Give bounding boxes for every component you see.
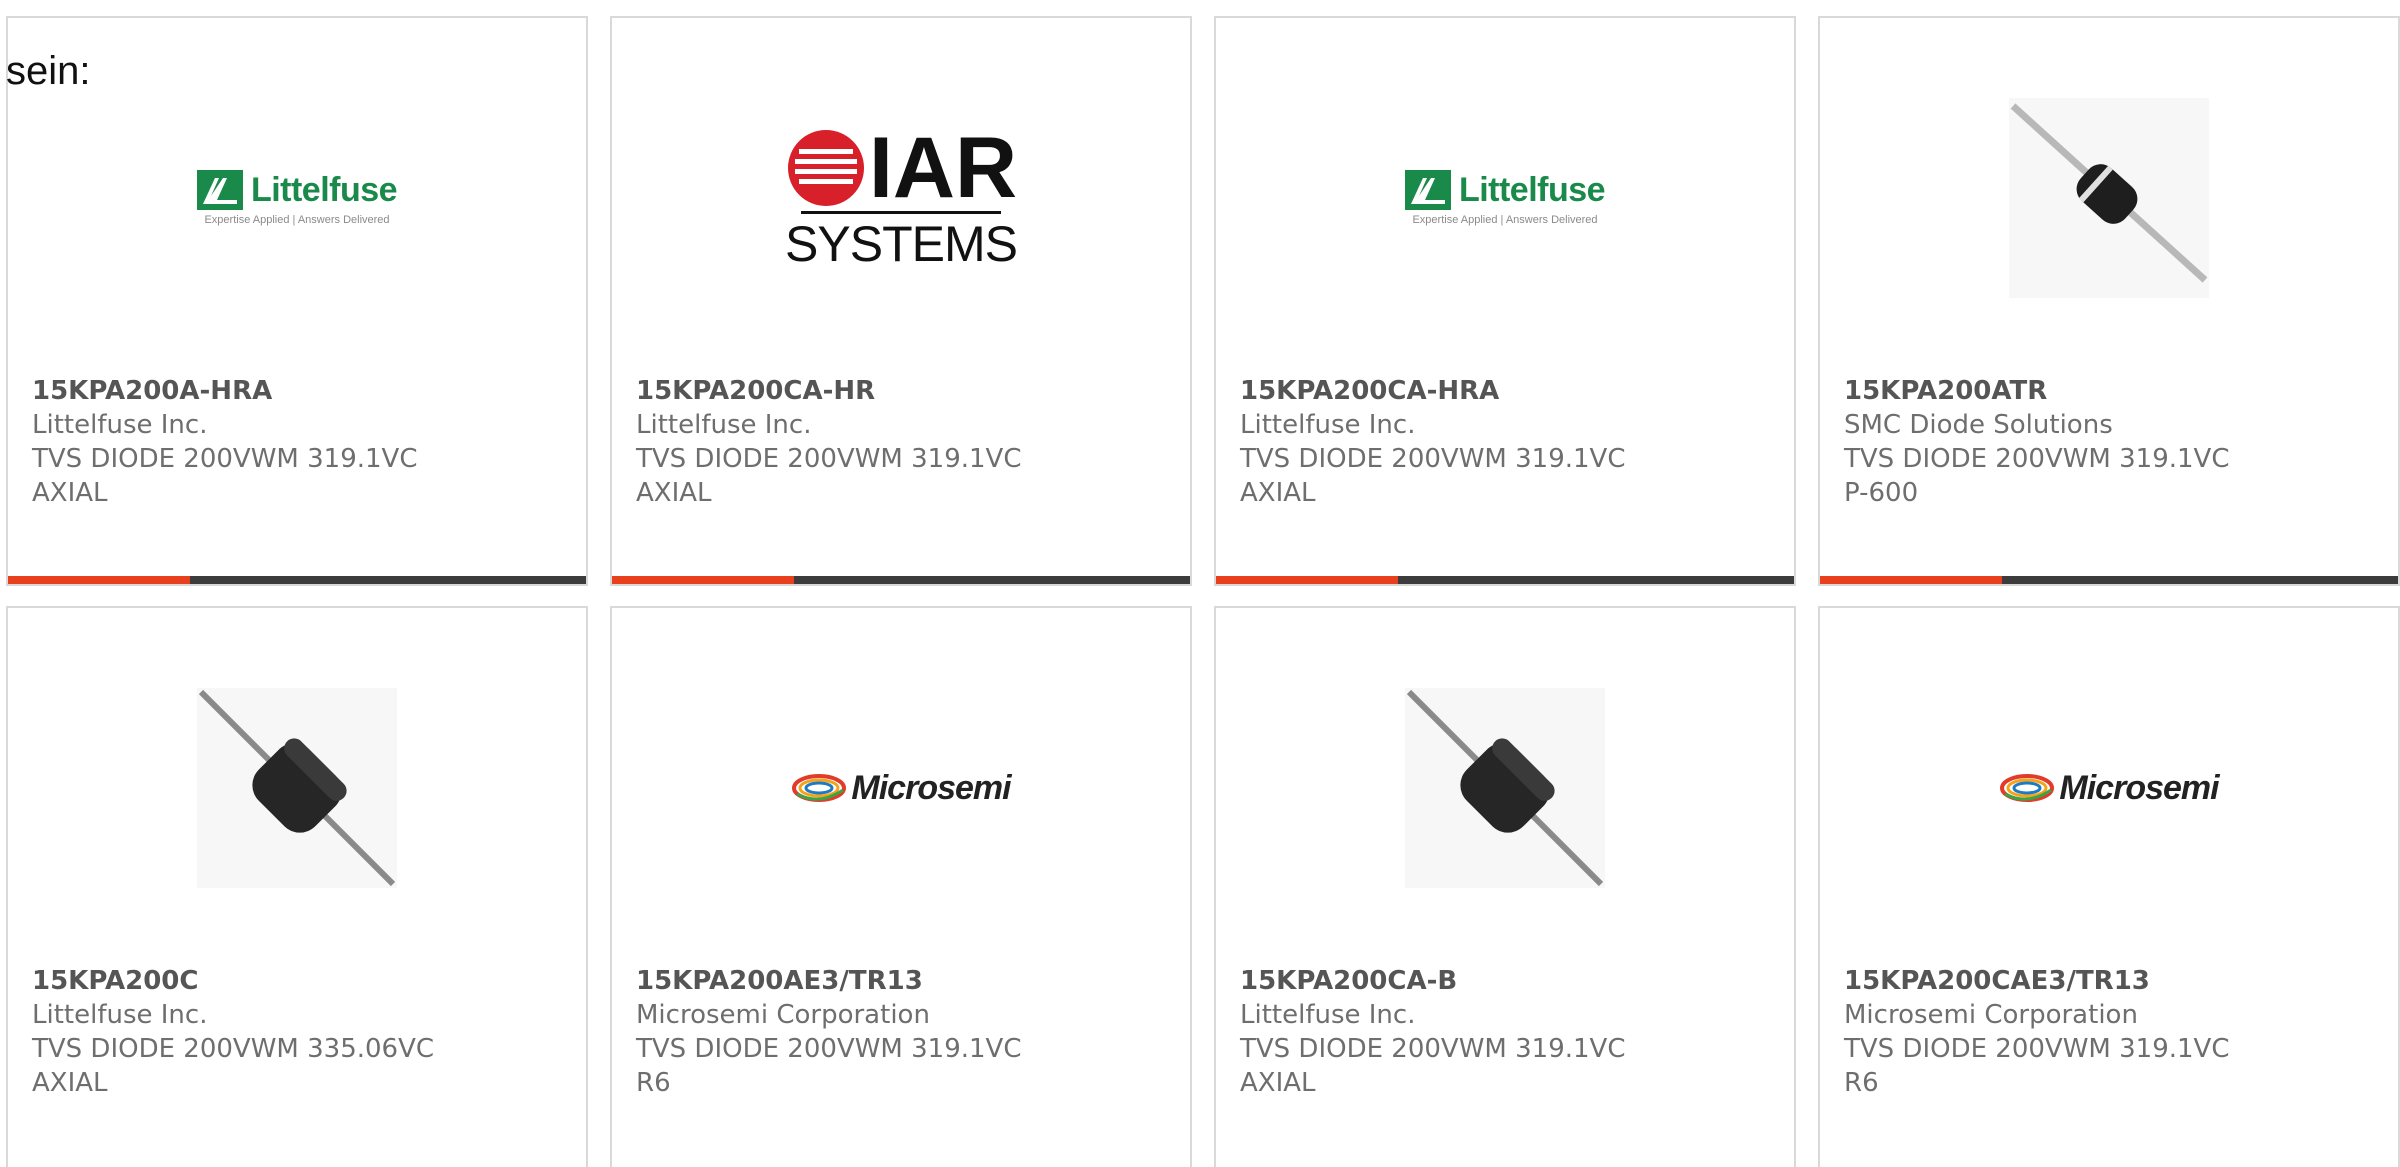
littelfuse-logo: Littelfuse Expertise Applied | Answers D… [1404, 170, 1606, 226]
part-number-link[interactable]: 15KPA200CA-HRA [1240, 374, 1770, 408]
card-accent-bar [612, 576, 1190, 584]
product-image: Microsemi [612, 678, 1190, 898]
part-number-link[interactable]: 15KPA200ATR [1844, 374, 2374, 408]
littelfuse-mark-icon [196, 170, 243, 210]
littelfuse-mark-icon [1404, 170, 1451, 210]
part-number-link[interactable]: 15KPA200CAE3/TR13 [1844, 964, 2374, 998]
card-accent-bar [1216, 576, 1794, 584]
part-number-link[interactable]: 15KPA200CA-B [1240, 964, 1770, 998]
manufacturer-name: Microsemi Corporation [636, 1000, 930, 1030]
iar-globe-icon [787, 129, 864, 206]
product-card[interactable]: Microsemi 15KPA200AE3/TR13 Microsemi Cor… [610, 606, 1192, 1167]
manufacturer-name: SMC Diode Solutions [1844, 410, 2113, 440]
littelfuse-logo: Littelfuse Expertise Applied | Answers D… [196, 170, 398, 226]
iar-systems-logo: IAR SYSTEMS [785, 119, 1018, 272]
product-card[interactable]: Littelfuse Expertise Applied | Answers D… [6, 16, 588, 586]
microsemi-logo: Microsemi [1999, 769, 2220, 808]
intro-text: sein: [6, 49, 91, 93]
product-card[interactable]: 15KPA200C Littelfuse Inc. TVS DIODE 200V… [6, 606, 588, 1167]
product-image: Littelfuse Expertise Applied | Answers D… [8, 88, 586, 308]
product-image: IAR SYSTEMS [612, 88, 1190, 308]
product-description: TVS DIODE 200VWM 319.1VC P-600 [1844, 444, 2230, 508]
product-description: TVS DIODE 200VWM 319.1VC AXIAL [1240, 444, 1626, 508]
product-image: Littelfuse Expertise Applied | Answers D… [1216, 88, 1794, 308]
part-number-link[interactable]: 15KPA200AE3/TR13 [636, 964, 1166, 998]
manufacturer-name: Littelfuse Inc. [32, 1000, 208, 1030]
product-grid-page: sein: Littelfuse Expertise Applied | Ans… [0, 0, 2400, 1167]
product-image [1216, 678, 1794, 898]
manufacturer-name: Littelfuse Inc. [636, 410, 812, 440]
card-accent-bar [1820, 576, 2398, 584]
microsemi-swirl-icon [2000, 774, 2055, 802]
product-image [1820, 88, 2398, 308]
product-description: TVS DIODE 200VWM 319.1VC AXIAL [1240, 1034, 1626, 1098]
product-description: TVS DIODE 200VWM 319.1VC AXIAL [32, 444, 418, 508]
microsemi-swirl-icon [792, 774, 847, 802]
manufacturer-name: Littelfuse Inc. [32, 410, 208, 440]
axial-diode-photo [2009, 98, 2209, 298]
manufacturer-name: Littelfuse Inc. [1240, 410, 1416, 440]
product-card[interactable]: Littelfuse Expertise Applied | Answers D… [1214, 16, 1796, 586]
manufacturer-name: Microsemi Corporation [1844, 1000, 2138, 1030]
microsemi-logo: Microsemi [791, 769, 1012, 808]
product-description: TVS DIODE 200VWM 319.1VC R6 [1844, 1034, 2230, 1098]
product-description: TVS DIODE 200VWM 319.1VC AXIAL [636, 444, 1022, 508]
product-description: TVS DIODE 200VWM 335.06VC AXIAL [32, 1034, 435, 1098]
product-image [8, 678, 586, 898]
manufacturer-name: Littelfuse Inc. [1240, 1000, 1416, 1030]
product-image: Microsemi [1820, 678, 2398, 898]
product-card[interactable]: IAR SYSTEMS 15KPA200CA-HR Littelfuse Inc… [610, 16, 1192, 586]
product-card[interactable]: 15KPA200ATR SMC Diode Solutions TVS DIOD… [1818, 16, 2400, 586]
axial-diode-photo [1405, 688, 1605, 888]
axial-diode-photo [197, 688, 397, 888]
product-card[interactable]: 15KPA200CA-B Littelfuse Inc. TVS DIODE 2… [1214, 606, 1796, 1167]
product-description: TVS DIODE 200VWM 319.1VC R6 [636, 1034, 1022, 1098]
product-card[interactable]: Microsemi 15KPA200CAE3/TR13 Microsemi Co… [1818, 606, 2400, 1167]
part-number-link[interactable]: 15KPA200A-HRA [32, 374, 562, 408]
card-accent-bar [8, 576, 586, 584]
part-number-link[interactable]: 15KPA200CA-HR [636, 374, 1166, 408]
part-number-link[interactable]: 15KPA200C [32, 964, 562, 998]
